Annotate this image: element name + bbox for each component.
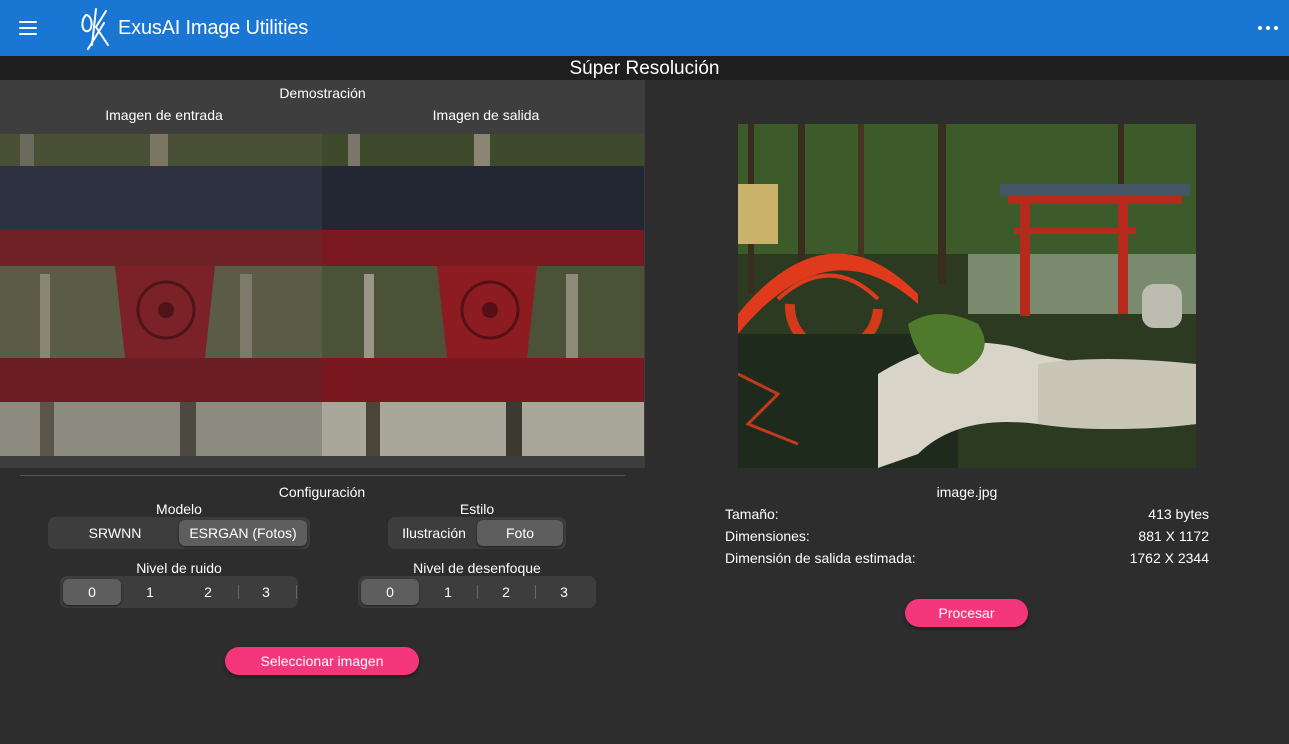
noise-label: Nivel de ruido — [136, 560, 222, 576]
style-selector: Ilustración Foto — [388, 517, 566, 549]
model-option-esrgan[interactable]: ESRGAN (Fotos) — [179, 520, 307, 546]
output-dimensions-row: Dimensión de salida estimada: 1762 X 234… — [725, 550, 1209, 568]
dimensions-row: Dimensiones: 881 X 1172 — [725, 528, 1209, 546]
size-value: 413 bytes — [1148, 506, 1209, 522]
file-name: image.jpg — [936, 484, 998, 500]
demo-panel: Demostración Imagen de entrada Imagen de… — [0, 80, 645, 468]
noise-selector: 0 1 2 3 — [60, 576, 298, 608]
output-image — [322, 134, 644, 456]
style-label: Estilo — [459, 501, 495, 517]
output-dimensions-value: 1762 X 2344 — [1129, 550, 1209, 566]
blur-option-3[interactable]: 3 — [535, 579, 593, 605]
more-options-icon[interactable] — [1257, 18, 1279, 38]
output-dimensions-label: Dimensión de salida estimada: — [725, 550, 916, 566]
page-title-bar: Súper Resolución — [0, 56, 1289, 80]
style-option-photo[interactable]: Foto — [477, 520, 563, 546]
blur-label: Nivel de desenfoque — [413, 560, 541, 576]
dimensions-value: 881 X 1172 — [1138, 528, 1209, 544]
input-image — [0, 134, 322, 456]
app-title: ExusAI Image Utilities — [118, 17, 309, 39]
blur-option-1[interactable]: 1 — [419, 579, 477, 605]
output-image-label: Imagen de salida — [432, 107, 540, 123]
image-preview — [738, 124, 1196, 468]
noise-option-1[interactable]: 1 — [121, 579, 179, 605]
demo-title: Demostración — [279, 85, 366, 101]
page-title: Súper Resolución — [569, 58, 720, 79]
menu-icon[interactable] — [16, 16, 40, 40]
divider — [20, 475, 625, 476]
size-row: Tamaño: 413 bytes — [725, 506, 1209, 524]
blur-selector: 0 1 2 3 — [358, 576, 596, 608]
config-title: Configuración — [278, 484, 366, 500]
model-label: Modelo — [156, 501, 202, 517]
noise-option-3[interactable]: 3 — [237, 579, 295, 605]
exusai-logo — [81, 8, 109, 50]
separator — [296, 585, 297, 599]
model-option-srwnn[interactable]: SRWNN — [51, 520, 179, 546]
noise-option-2[interactable]: 2 — [179, 579, 237, 605]
process-button[interactable]: Procesar — [905, 599, 1028, 627]
style-option-illustration[interactable]: Ilustración — [391, 520, 477, 546]
model-selector: SRWNN ESRGAN (Fotos) — [48, 517, 310, 549]
dimensions-label: Dimensiones: — [725, 528, 810, 544]
select-image-button[interactable]: Seleccionar imagen — [225, 647, 419, 675]
app-bar: ExusAI Image Utilities — [0, 0, 1289, 56]
size-label: Tamaño: — [725, 506, 779, 522]
input-image-label: Imagen de entrada — [105, 107, 223, 123]
blur-option-0[interactable]: 0 — [361, 579, 419, 605]
noise-option-0[interactable]: 0 — [63, 579, 121, 605]
blur-option-2[interactable]: 2 — [477, 579, 535, 605]
